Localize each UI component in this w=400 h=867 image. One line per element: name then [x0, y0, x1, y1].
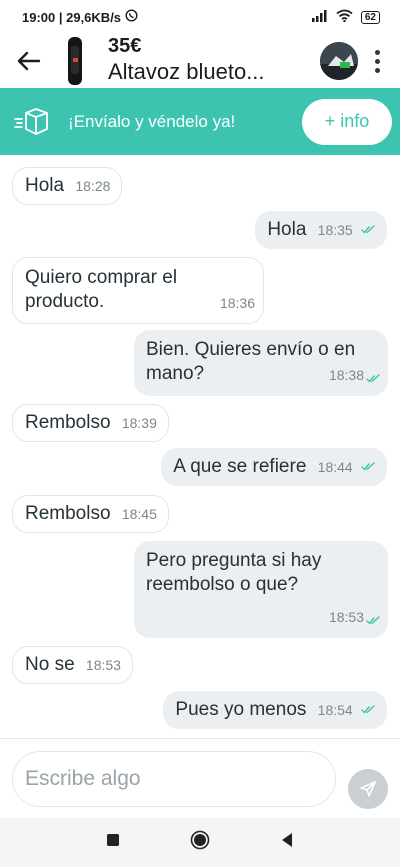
message-time: 18:36	[219, 295, 255, 311]
message-outgoing: Hola 18:35	[255, 211, 387, 249]
back-arrow-icon	[17, 51, 41, 71]
read-ticks-icon	[366, 616, 380, 625]
message-outgoing: Bien. Quieres envío o en mano? 18:38	[134, 330, 388, 396]
message-text: Rembolso	[25, 503, 111, 524]
battery-icon: 62	[360, 10, 380, 24]
banner-text: ¡Envíalo y véndelo ya!	[68, 111, 236, 131]
shipping-banner: ¡Envíalo y véndelo ya! + info	[0, 88, 400, 155]
message-time: 18:28	[75, 178, 111, 194]
message-text: Hola	[25, 175, 65, 196]
message-time: 18:53	[328, 609, 364, 625]
send-button[interactable]	[348, 769, 388, 809]
message-outgoing: Pues yo menos 18:54	[163, 691, 387, 729]
read-ticks-icon	[361, 225, 375, 235]
message-incoming: No se 18:53	[12, 646, 133, 684]
product-price: 35€	[108, 35, 142, 57]
message-incoming: Rembolso 18:39	[12, 404, 169, 442]
read-ticks-icon	[361, 705, 375, 715]
message-text: Hola	[267, 219, 307, 240]
signal-icon	[311, 9, 328, 25]
message-time: 18:38	[328, 367, 364, 383]
avatar[interactable]	[320, 42, 358, 80]
message-time: 18:54	[317, 702, 353, 718]
message-incoming: Rembolso 18:45	[12, 495, 169, 533]
nav-square-icon[interactable]	[106, 833, 120, 852]
send-icon	[360, 781, 376, 797]
message-text: No se	[25, 654, 75, 675]
message-list[interactable]: Hola 18:28 Hola 18:35 Quiero comprar el …	[0, 155, 400, 738]
message-text: Pues yo menos	[175, 699, 307, 720]
message-incoming: Hola 18:28	[12, 167, 123, 205]
dot	[374, 58, 380, 64]
status-left: 19:00 | 29,6KB/s	[22, 9, 138, 25]
status-time: 19:00 | 29,6KB/s	[22, 9, 122, 25]
message-time: 18:35	[317, 222, 353, 238]
message-time: 18:39	[121, 415, 157, 431]
product-thumbnail[interactable]	[58, 34, 92, 88]
info-button[interactable]: + info	[302, 98, 392, 145]
wifi-icon	[336, 9, 353, 25]
message-outgoing: Pero pregunta si hay reembolso o que? 18…	[134, 541, 388, 638]
message-time: 18:53	[85, 657, 121, 673]
message-time: 18:44	[317, 459, 353, 475]
read-ticks-icon	[361, 462, 375, 472]
status-bar: 19:00 | 29,6KB/s 62	[0, 0, 400, 34]
message-text: Pero pregunta si hay reembolso o que?	[146, 550, 322, 595]
composer: Escribe algo	[0, 738, 400, 818]
header-text[interactable]: 35€ Altavoz blueto...	[108, 35, 320, 87]
whatsapp-icon	[125, 9, 138, 25]
message-incoming: Quiero comprar el producto. 18:36	[12, 257, 264, 324]
more-options-button[interactable]	[364, 41, 390, 81]
package-icon	[10, 107, 54, 137]
message-time: 18:45	[121, 506, 157, 522]
chat-header: 35€ Altavoz blueto...	[0, 34, 400, 88]
nav-circle-icon[interactable]	[190, 830, 210, 855]
read-ticks-icon	[366, 374, 380, 383]
message-input[interactable]: Escribe algo	[12, 751, 336, 807]
back-button[interactable]	[0, 34, 58, 88]
dot	[374, 49, 380, 55]
message-text: A que se refiere	[173, 456, 307, 477]
message-outgoing: A que se refiere 18:44	[161, 448, 387, 486]
message-text: Rembolso	[25, 412, 111, 433]
status-right: 62	[311, 9, 380, 25]
product-title: Altavoz blueto...	[108, 59, 265, 84]
message-text: Quiero comprar el producto.	[25, 267, 178, 312]
nav-triangle-icon[interactable]	[280, 832, 294, 853]
dot	[374, 67, 380, 73]
system-nav-bar	[0, 818, 400, 867]
